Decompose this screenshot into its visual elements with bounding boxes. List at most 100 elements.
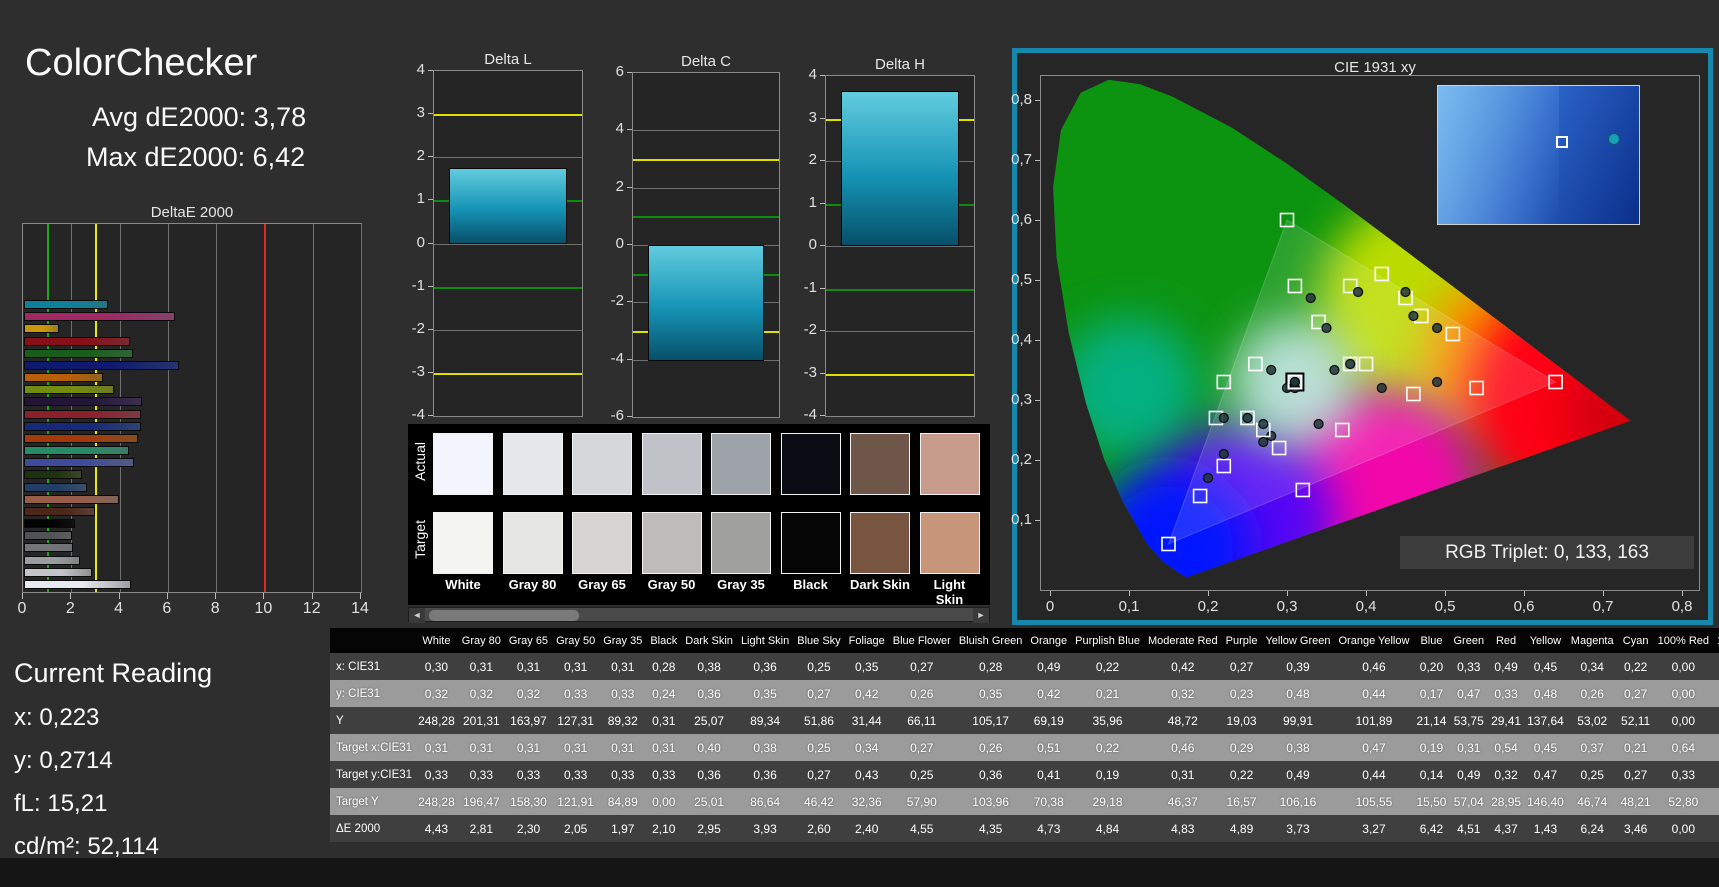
cie-y-tick-label: 0,4 xyxy=(1011,331,1032,348)
swatch-label: Gray 50 xyxy=(647,577,696,592)
table-cell: 86,64 xyxy=(736,788,794,815)
axis-tick-label: 10 xyxy=(254,600,273,617)
table-cell: 101,89 xyxy=(1334,707,1414,734)
measured-marker-green xyxy=(1305,292,1316,304)
inset-gamut-overlay xyxy=(1438,86,1559,224)
swatch-scrollbar[interactable]: ◄ ► xyxy=(408,607,990,623)
table-cell: 0,47 xyxy=(1524,761,1567,788)
table-cell: 0,00 xyxy=(1713,653,1719,680)
de-bar-gray-35 xyxy=(24,531,72,541)
measured-marker-orange-yellow xyxy=(1408,310,1419,322)
cie-x-tick xyxy=(1366,591,1367,596)
cie-y-tick xyxy=(1035,340,1040,341)
table-cell: 2,10 xyxy=(646,815,682,842)
table-row--e-2000: ΔE 2000 4,43 2,81 2,30 2,05 1,97 2,10 2,95 3,93 2… xyxy=(330,815,1719,842)
scrollbar-left-arrow-icon[interactable]: ◄ xyxy=(409,608,425,623)
table-cell: 0,31 xyxy=(552,653,600,680)
table-cell: 0,36 xyxy=(681,680,737,707)
axis-tick-label: 0 xyxy=(808,236,817,253)
table-cell: 0,32 xyxy=(415,680,458,707)
table-cell: 0,32 xyxy=(457,680,505,707)
axis-tick xyxy=(311,593,313,599)
axis-tick xyxy=(428,70,433,71)
cie-y-tick xyxy=(1035,460,1040,461)
table-cell: 4,35 xyxy=(954,815,1027,842)
table-cell: 2,30 xyxy=(504,815,553,842)
cie-x-tick-label: 0,3 xyxy=(1276,598,1298,615)
inset-measured-marker xyxy=(1608,133,1620,145)
column-header-orange-yellow: Orange Yellow xyxy=(1334,628,1414,653)
table-cell: 0,22 xyxy=(1221,761,1262,788)
table-cell: 105,17 xyxy=(954,707,1027,734)
table-cell: 106,16 xyxy=(1261,788,1335,815)
delta-bar xyxy=(841,90,959,246)
measured-marker-purplish-blue xyxy=(1218,448,1229,460)
table-cell: 0,33 xyxy=(1449,653,1489,680)
table-cell: 0,27 xyxy=(888,653,955,680)
scrollbar-thumb[interactable] xyxy=(429,610,579,621)
table-cell: 0,27 xyxy=(1617,761,1654,788)
axis-tick-label: 4 xyxy=(416,61,425,78)
de-bar-foliage xyxy=(24,470,82,480)
table-cell: 57,90 xyxy=(888,788,955,815)
swatch-label: White xyxy=(445,577,481,592)
de-bar-blue xyxy=(24,360,179,370)
table-cell: 0,49 xyxy=(1026,653,1072,680)
column-header-magenta: Magenta xyxy=(1566,628,1618,653)
axis-tick xyxy=(820,415,825,416)
table-cell: 0,31 xyxy=(599,734,647,761)
table-cell: 177,56 xyxy=(1713,788,1719,815)
target-swatch-gray-65 xyxy=(572,512,632,574)
measured-marker-blue xyxy=(1202,472,1214,484)
table-cell: 0,22 xyxy=(1071,734,1144,761)
actual-swatch-white xyxy=(433,433,493,495)
axis-tick xyxy=(820,160,825,161)
table-cell: 51,86 xyxy=(793,707,845,734)
table-cell: 52,80 xyxy=(1653,788,1714,815)
table-cell: 0,31 xyxy=(552,734,600,761)
axis-tick-label: -4 xyxy=(411,406,425,423)
table-cell: 89,34 xyxy=(736,707,794,734)
table-cell: 25,07 xyxy=(681,707,737,734)
actual-swatch-black xyxy=(780,433,841,495)
axis-tick xyxy=(263,593,265,599)
table-cell: 0,22 xyxy=(1617,653,1654,680)
table-cell: 46,37 xyxy=(1143,788,1222,815)
gridline xyxy=(434,329,582,331)
measured-marker-dark-skin xyxy=(1345,358,1356,370)
table-cell: 1,97 xyxy=(599,815,647,842)
axis-tick-label: 0 xyxy=(615,235,624,252)
axis-tick xyxy=(820,287,825,289)
actual-swatch-gray-80 xyxy=(502,433,563,495)
table-cell: 201,31 xyxy=(457,707,505,734)
table-cell: 4,73 xyxy=(1026,815,1072,842)
table-cell: 0,31 xyxy=(646,734,682,761)
table-cell: 0,30 xyxy=(415,653,458,680)
column-header-100-red: 100% Red xyxy=(1653,628,1714,653)
table-cell: 3,27 xyxy=(1334,815,1414,842)
axis-tick xyxy=(428,156,433,158)
ref-line-yellow xyxy=(434,372,582,375)
axis-tick xyxy=(166,593,168,599)
axis-tick-label: -2 xyxy=(610,292,624,310)
axis-tick xyxy=(820,245,825,246)
table-cell: 0,35 xyxy=(844,653,889,680)
table-cell: 0,31 xyxy=(457,734,505,761)
de-bar-yellow-green xyxy=(24,385,115,395)
de-bar-orange-yellow xyxy=(24,373,103,383)
column-header-foliage: Foliage xyxy=(844,628,889,653)
table-cell: 0,00 xyxy=(646,788,682,815)
column-header-blue: Blue xyxy=(1413,628,1450,653)
table-cell: 0,40 xyxy=(681,734,737,761)
table-cell: 28,95 xyxy=(1488,788,1525,815)
gridline xyxy=(434,157,582,159)
scrollbar-right-arrow-icon[interactable]: ► xyxy=(973,608,989,623)
table-cell: 0,51 xyxy=(1026,734,1072,761)
current-reading-title: Current Reading xyxy=(14,658,213,688)
cie-y-tick-label: 0,1 xyxy=(1011,511,1032,528)
axis-tick xyxy=(820,75,825,76)
current-reading-fl: fL: 15,21 xyxy=(14,790,108,817)
table-cell: 248,28 xyxy=(415,788,458,815)
row-label: Target x:CIE31 xyxy=(330,734,416,761)
table-cell: 89,32 xyxy=(599,707,647,734)
